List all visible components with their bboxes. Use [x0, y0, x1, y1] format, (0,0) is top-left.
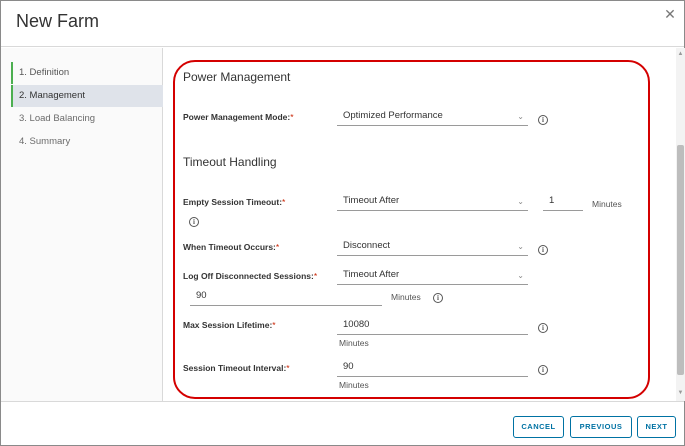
- close-icon[interactable]: ✕: [663, 7, 677, 21]
- previous-button[interactable]: PREVIOUS: [570, 416, 632, 438]
- step-management[interactable]: 2. Management: [11, 85, 163, 107]
- empty-session-minutes-unit: Minutes: [592, 199, 622, 209]
- log-off-disconnected-label: Log Off Disconnected Sessions:*: [183, 271, 318, 281]
- log-off-minutes-unit: Minutes: [391, 292, 421, 302]
- when-timeout-occurs-label: When Timeout Occurs:*: [183, 242, 280, 252]
- step-summary[interactable]: 4. Summary: [11, 131, 163, 153]
- info-icon[interactable]: i: [433, 293, 443, 303]
- info-icon[interactable]: i: [538, 245, 548, 255]
- info-icon[interactable]: i: [538, 365, 548, 375]
- max-session-lifetime-unit: Minutes: [339, 338, 369, 348]
- log-off-minutes-input[interactable]: 90: [190, 289, 382, 306]
- power-management-heading: Power Management: [183, 70, 291, 84]
- power-management-mode-select[interactable]: Optimized Performance ⌄: [337, 109, 528, 126]
- dialog-header: New Farm ✕: [1, 1, 684, 47]
- log-off-disconnected-select[interactable]: Timeout After ⌄: [337, 268, 528, 285]
- scroll-up-arrow-icon[interactable]: ▲: [676, 50, 685, 58]
- info-icon[interactable]: i: [538, 115, 548, 125]
- chevron-down-icon: ⌄: [517, 112, 524, 121]
- timeout-handling-heading: Timeout Handling: [183, 155, 277, 169]
- dialog-footer: CANCEL PREVIOUS NEXT: [1, 401, 684, 445]
- step-definition[interactable]: 1. Definition: [11, 62, 163, 84]
- power-management-mode-label: Power Management Mode:*: [183, 112, 294, 122]
- max-session-lifetime-input[interactable]: 10080: [337, 318, 528, 335]
- next-button[interactable]: NEXT: [637, 416, 676, 438]
- empty-session-timeout-label: Empty Session Timeout:*: [183, 197, 286, 207]
- wizard-steps: 1. Definition 2. Management 3. Load Bala…: [1, 48, 163, 401]
- new-farm-dialog: New Farm ✕ 1. Definition 2. Management 3…: [0, 0, 685, 446]
- max-session-lifetime-label: Max Session Lifetime:*: [183, 320, 276, 330]
- session-timeout-interval-label: Session Timeout Interval:*: [183, 363, 290, 373]
- scroll-down-arrow-icon[interactable]: ▼: [676, 389, 685, 397]
- management-form: Power Management Power Management Mode:*…: [164, 48, 676, 401]
- chevron-down-icon: ⌄: [517, 271, 524, 280]
- scrollbar-thumb[interactable]: [677, 145, 684, 375]
- empty-session-timeout-select[interactable]: Timeout After ⌄: [337, 194, 528, 211]
- chevron-down-icon: ⌄: [517, 242, 524, 251]
- empty-session-minutes-input[interactable]: 1: [543, 194, 583, 211]
- session-timeout-interval-input[interactable]: 90: [337, 360, 528, 377]
- dialog-title: New Farm: [16, 11, 100, 31]
- step-load-balancing[interactable]: 3. Load Balancing: [11, 108, 163, 130]
- session-timeout-interval-unit: Minutes: [339, 380, 369, 390]
- when-timeout-occurs-select[interactable]: Disconnect ⌄: [337, 239, 528, 256]
- info-icon[interactable]: i: [189, 217, 199, 227]
- info-icon[interactable]: i: [538, 323, 548, 333]
- chevron-down-icon: ⌄: [517, 197, 524, 206]
- vertical-scrollbar[interactable]: ▲ ▼: [676, 48, 685, 401]
- cancel-button[interactable]: CANCEL: [513, 416, 564, 438]
